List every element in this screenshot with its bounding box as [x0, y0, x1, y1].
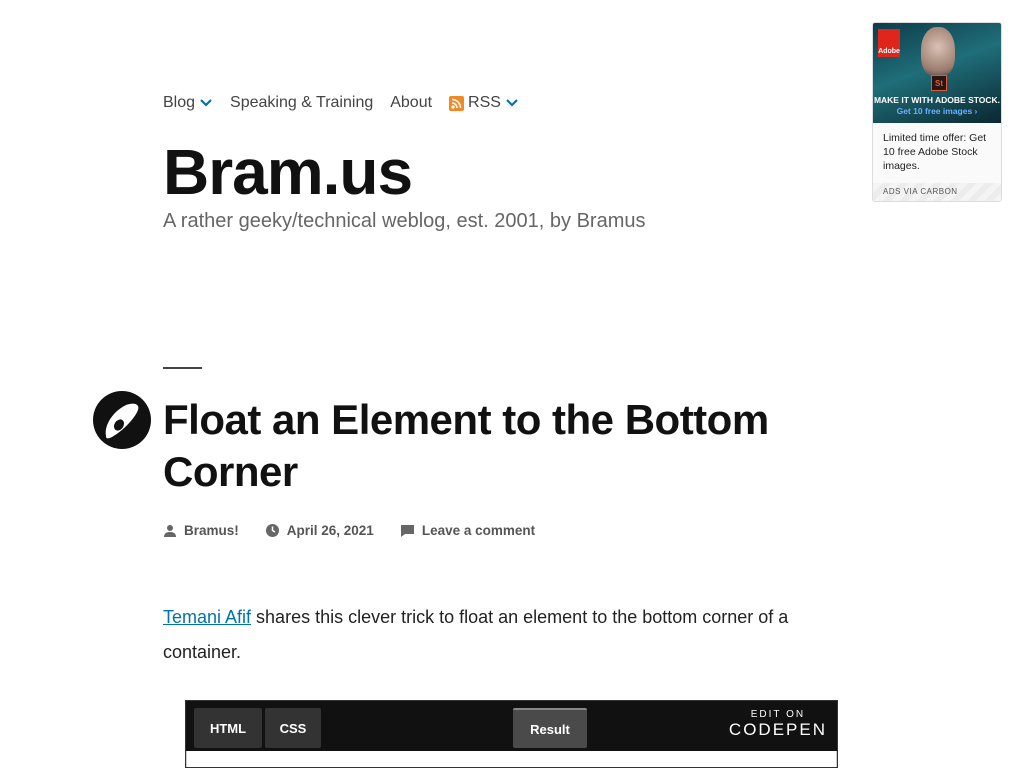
ad-via-label: ADS VIA CARBON — [883, 187, 958, 196]
comments-link: Leave a comment — [421, 523, 536, 538]
ad-image[interactable]: Adobe St MAKE IT WITH ADOBE STOCK. Get 1… — [873, 23, 1001, 123]
adobe-logo-icon: Adobe — [878, 29, 900, 57]
nav-item-blog[interactable]: Blog — [163, 94, 213, 112]
chevron-down-icon[interactable] — [199, 96, 213, 110]
site-title[interactable]: Bram.us — [163, 140, 413, 204]
nav-item-label: About — [390, 94, 433, 111]
ad-portrait — [921, 27, 955, 77]
ad-cta[interactable]: Get 10 free images › — [873, 106, 1001, 116]
ad-headline: MAKE IT WITH ADOBE STOCK. — [873, 95, 1001, 105]
nav-item-label: Speaking & Training — [230, 94, 374, 111]
author-name: Bramus! — [184, 523, 239, 538]
post-date[interactable]: April 26, 2021 — [265, 523, 374, 538]
tab-html[interactable]: HTML — [194, 708, 262, 748]
post-comments[interactable]: Leave a comment — [400, 523, 535, 538]
post-intro: Temani Afif shares this clever trick to … — [163, 600, 813, 670]
chevron-down-icon[interactable] — [505, 96, 519, 110]
codepen-logo: CODEPEN — [728, 720, 827, 739]
nav-item-rss[interactable]: RSS — [449, 94, 519, 112]
carbon-ad[interactable]: Adobe St MAKE IT WITH ADOBE STOCK. Get 1… — [872, 22, 1002, 202]
tab-css[interactable]: CSS — [265, 708, 321, 748]
post-meta: Bramus! April 26, 2021 Leave a comment — [163, 523, 561, 538]
nav-item-about[interactable]: About — [390, 94, 432, 112]
site-description: A rather geeky/technical weblog, est. 20… — [163, 210, 646, 232]
codepen-embed: HTML CSS Result EDIT ON CODEPEN — [185, 700, 838, 768]
codepen-result-area[interactable] — [186, 751, 837, 767]
ad-via[interactable]: ADS VIA CARBON — [873, 183, 1001, 201]
stock-badge-icon: St — [931, 75, 947, 91]
edit-on-codepen-link[interactable]: EDIT ON CODEPEN — [729, 709, 827, 740]
nav-item-label: RSS — [468, 94, 501, 111]
edit-on-label: EDIT ON — [750, 709, 806, 720]
nav-item-speaking[interactable]: Speaking & Training — [230, 94, 373, 112]
date-text: April 26, 2021 — [286, 523, 374, 538]
post-title[interactable]: Float an Element to the Bottom Corner — [163, 394, 803, 498]
tab-result[interactable]: Result — [513, 708, 587, 748]
nav-item-label: Blog — [163, 94, 196, 111]
clock-icon — [265, 524, 279, 537]
post-format-icon — [93, 391, 151, 449]
post-author[interactable]: Bramus! — [163, 523, 239, 538]
post-intro-text: shares this clever trick to float an ele… — [163, 607, 789, 662]
comment-icon — [400, 524, 414, 537]
ad-text[interactable]: Limited time offer: Get 10 free Adobe St… — [883, 131, 995, 173]
main-navigation: Blog Speaking & Training About RSS — [163, 94, 536, 112]
entry-separator — [163, 367, 202, 369]
person-icon — [164, 524, 176, 537]
rss-icon — [449, 95, 465, 111]
author-link[interactable]: Temani Afif — [163, 607, 251, 627]
